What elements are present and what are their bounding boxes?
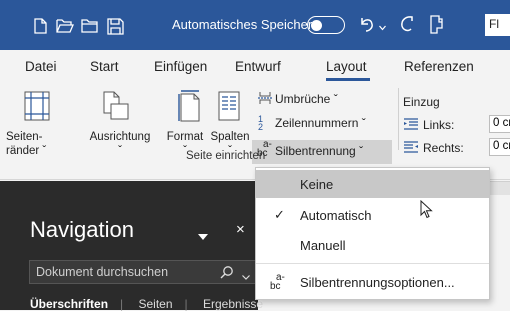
margins-label-line2: ränder ˇ [6,145,47,157]
group-divider [398,88,399,150]
page-setup-group-label: Seite einrichten [186,150,266,162]
hyphenation-button[interactable]: Silbentrennung ˇ [275,144,363,158]
navigation-title: Navigation [30,217,134,242]
active-tab-indicator [326,78,370,81]
menu-item-label: Automatisch [300,208,372,223]
line-numbers-icon: 12 [258,114,264,132]
line-numbers-button[interactable]: Zeilennummern ˇ [275,116,366,130]
new-document-icon[interactable] [34,18,47,37]
breaks-button[interactable]: Umbrüche ˇ [275,92,338,106]
menu-item-hyphenation-options[interactable]: a-bc Silbentrennungsoptionen... [256,268,489,296]
indent-left-input[interactable]: 0 cm [489,115,510,133]
open-folder-icon[interactable] [56,18,74,37]
menu-item-label: Keine [300,177,334,192]
toggle-knob [311,19,322,31]
tab-referenzen[interactable]: Referenzen [404,59,474,74]
breaks-icon [258,91,272,108]
tab-layout[interactable]: Layout [326,59,367,74]
folder-icon[interactable] [81,18,98,37]
indent-right-input[interactable]: 0 cm [489,138,510,156]
margins-button[interactable]: Seiten- ränder ˇ [6,130,46,158]
orientation-icon [100,91,130,124]
nav-tab-separator: | [184,297,188,311]
tab-entwurf[interactable]: Entwurf [235,59,281,74]
margins-label-line1: Seiten- [6,131,43,143]
tab-start[interactable]: Start [90,59,119,74]
indent-right-label: Rechts: [423,141,464,155]
redo-icon[interactable] [398,14,416,37]
chevron-down-icon[interactable] [198,229,208,243]
autosave-toggle[interactable] [307,16,345,34]
indent-left-icon [403,118,419,133]
menu-separator [256,263,489,264]
hyphenation-icon: a-bc [270,272,285,292]
mouse-pointer-icon [420,199,433,222]
chevron-down-icon[interactable] [379,20,386,34]
search-input[interactable]: Dokument durchsuchen [29,260,258,284]
indent-left-label: Links: [423,118,455,132]
navigation-tabs: Überschriften | Seiten | Ergebnisse [30,297,275,311]
size-icon [178,90,202,125]
undo-icon[interactable] [358,14,376,37]
menu-item-manual[interactable]: Manuell [256,231,489,259]
nav-tab-pages[interactable]: Seiten [139,297,173,311]
close-icon[interactable]: × [236,221,245,238]
size-label: Format [166,131,204,143]
tab-datei[interactable]: Datei [25,59,57,74]
autosave-label: Automatisches Speichern [172,17,320,32]
indent-group-title: Einzug [403,95,440,109]
checkmark-icon: ✓ [274,207,285,222]
menu-item-label: Silbentrennungsoptionen... [300,275,455,290]
columns-label: Spalten [210,131,250,143]
search-icon[interactable] [220,265,234,282]
orientation-caret: ˇ [118,145,122,157]
indent-right-icon [403,141,419,156]
menu-item-automatic[interactable]: ✓ Automatisch [256,201,489,229]
tab-einfuegen[interactable]: Einfügen [154,59,207,74]
save-icon[interactable] [107,18,124,38]
columns-icon [218,91,240,124]
hyphenation-menu: Keine ✓ Automatisch Manuell a-bc Silbent… [255,167,490,300]
menu-item-label: Manuell [300,238,346,253]
search-placeholder: Dokument durchsuchen [36,265,169,279]
navigation-pane: Navigation × Dokument durchsuchen Übersc… [0,181,263,311]
title-bar: Automatisches Speichern Fl [0,0,510,50]
orientation-label: Ausrichtung [89,131,151,143]
ribbon-tabs: Datei Start Einfügen Entwurf Layout Refe… [0,50,510,82]
format-painter-icon[interactable] [428,15,446,38]
margins-icon [24,91,50,124]
file-name-box[interactable]: Fl [485,14,510,36]
chevron-down-icon[interactable] [242,269,250,283]
menu-item-none[interactable]: Keine [256,170,489,198]
nav-tab-separator: | [120,297,124,311]
orientation-button[interactable]: Ausrichtung ˇ [82,130,158,158]
nav-tab-headings[interactable]: Überschriften [30,297,108,311]
